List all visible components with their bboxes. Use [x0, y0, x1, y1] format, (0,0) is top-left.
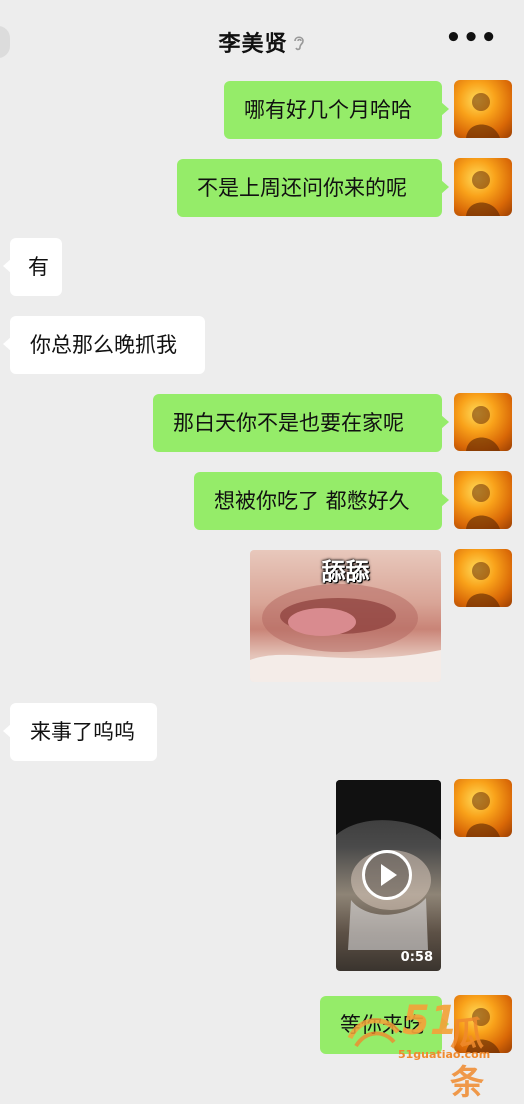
- message-text: 哪有好几个月哈哈: [244, 98, 412, 122]
- message-bubble-sent[interactable]: 想被你吃了 都憋好久: [194, 472, 449, 530]
- message-bubble-sent[interactable]: 哪有好几个月哈哈: [224, 81, 449, 139]
- video-message[interactable]: 0:58: [336, 780, 441, 971]
- my-avatar[interactable]: [454, 549, 512, 607]
- play-icon[interactable]: [362, 850, 412, 900]
- sticker-caption: 舔舔: [321, 558, 370, 586]
- watermark-url: 51guatiao.com: [398, 1048, 491, 1061]
- my-avatar[interactable]: [454, 779, 512, 837]
- site-watermark: 51 瓜条 51guatiao.com: [346, 998, 516, 1103]
- message-bubble-sent[interactable]: 不是上周还问你来的呢: [177, 159, 449, 217]
- message-text: 那白天你不是也要在家呢: [173, 411, 404, 435]
- ear-icon: [292, 33, 306, 58]
- more-dots-icon[interactable]: •••: [445, 25, 498, 51]
- message-text: 不是上周还问你来的呢: [197, 176, 407, 200]
- my-avatar[interactable]: [454, 80, 512, 138]
- message-bubble-sent[interactable]: 那白天你不是也要在家呢: [153, 394, 449, 452]
- message-bubble-received[interactable]: 来事了呜呜: [3, 703, 157, 761]
- message-text: 有: [28, 255, 49, 279]
- message-text: 你总那么晚抓我: [30, 333, 177, 357]
- video-duration: 0:58: [400, 950, 433, 965]
- watermark-logo-icon: [347, 1018, 400, 1048]
- my-avatar[interactable]: [454, 158, 512, 216]
- my-avatar[interactable]: [454, 471, 512, 529]
- sticker-image[interactable]: 舔舔: [250, 550, 441, 682]
- chat-header: 李美贤 •••: [0, 0, 524, 82]
- message-text: 来事了呜呜: [30, 720, 135, 744]
- message-bubble-received[interactable]: 你总那么晚抓我: [3, 316, 205, 374]
- contact-name: 李美贤: [218, 32, 288, 57]
- message-text: 想被你吃了 都憋好久: [214, 489, 410, 513]
- message-bubble-received[interactable]: 有: [3, 238, 62, 296]
- my-avatar[interactable]: [454, 393, 512, 451]
